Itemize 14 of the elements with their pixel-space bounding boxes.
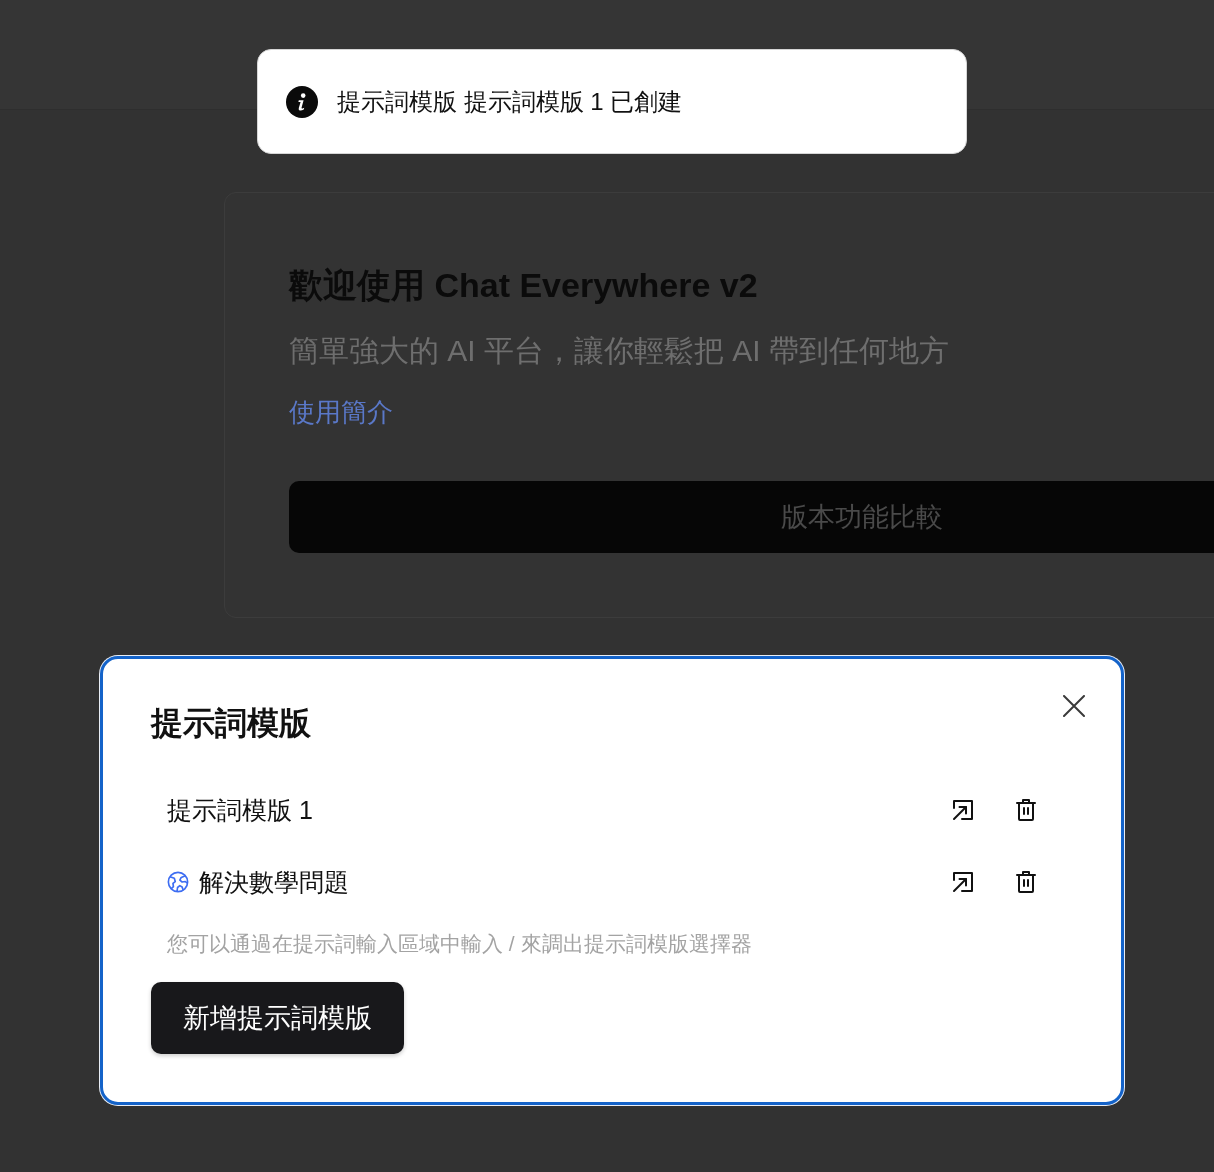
box-arrow-icon[interactable] [951, 798, 975, 822]
trash-icon[interactable] [1014, 798, 1038, 822]
toast-message: 提示詞模版 提示詞模版 1 已創建 [337, 86, 683, 117]
template-name[interactable]: 提示詞模版 1 [167, 793, 313, 827]
dialog-title: 提示詞模版 [151, 704, 311, 743]
welcome-subtitle: 簡單強大的 AI 平台，讓你輕鬆把 AI 帶到任何地方 [289, 333, 950, 369]
trash-icon[interactable] [1014, 870, 1038, 894]
globe-icon [167, 871, 189, 893]
info-icon [286, 85, 318, 118]
box-arrow-icon[interactable] [951, 870, 975, 894]
template-name[interactable]: 解決數學問題 [199, 865, 349, 899]
add-template-button[interactable]: 新增提示詞模版 [151, 982, 404, 1054]
hint-text: 您可以通過在提示詞輸入區域中輸入 / 來調出提示詞模版選擇器 [167, 931, 752, 957]
close-icon[interactable] [1063, 695, 1085, 717]
